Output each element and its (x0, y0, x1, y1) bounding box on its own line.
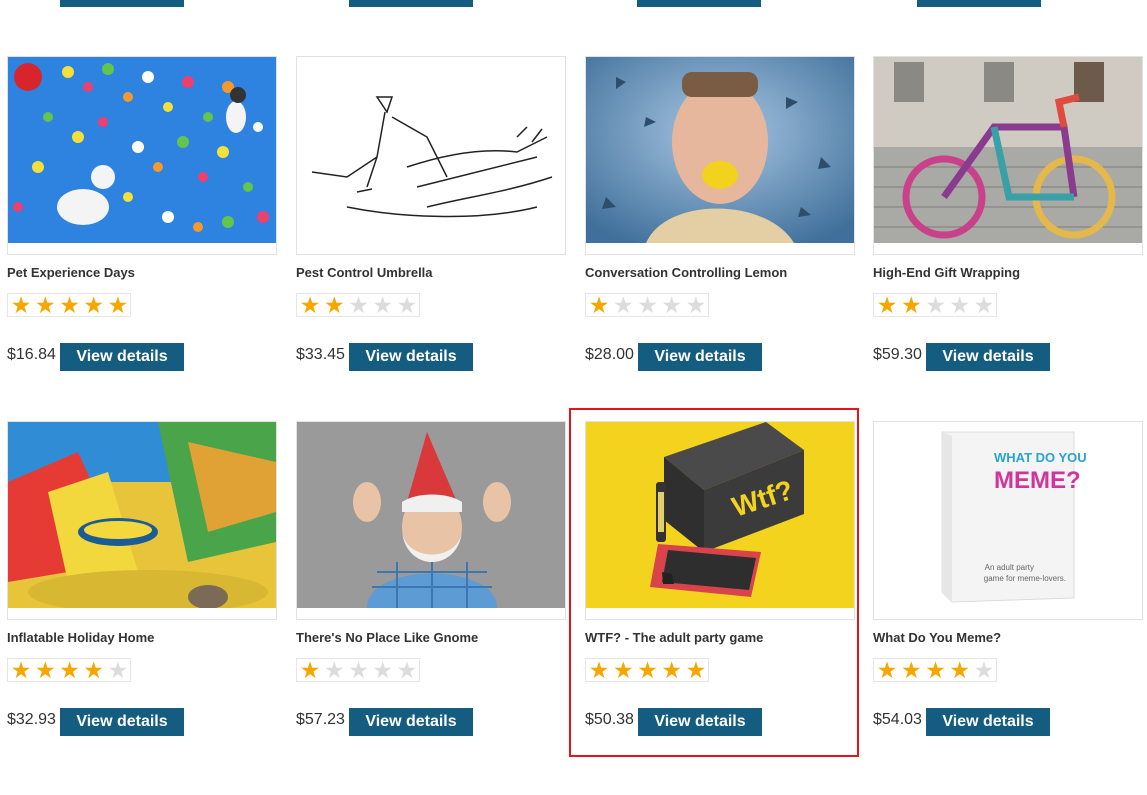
star-icon: ★ (83, 292, 105, 318)
product-price: $28.00 (585, 346, 634, 363)
view-details-button[interactable]: View details (926, 708, 1050, 736)
view-details-button[interactable]: View details (349, 708, 473, 736)
product-name[interactable]: Pet Experience Days (7, 265, 135, 280)
product-price: $50.38 (585, 711, 634, 728)
star-icon: ★ (925, 292, 946, 318)
rating-stars: ★ ★ ★ ★ ★ (7, 293, 131, 317)
star-icon: ★ (83, 657, 105, 683)
product-price: $57.23 (296, 711, 345, 728)
star-icon: ★ (348, 292, 369, 318)
product-price: $32.93 (7, 711, 56, 728)
rating-stars: ★ ★ ★ ★ ★ (585, 293, 709, 317)
product-price: $59.30 (873, 346, 922, 363)
star-icon: ★ (637, 657, 658, 683)
product-name[interactable]: Pest Control Umbrella (296, 265, 433, 280)
product-name[interactable]: WTF? - The adult party game (585, 630, 763, 645)
star-icon: ★ (685, 292, 707, 318)
star-icon: ★ (973, 292, 995, 318)
rating-stars: ★ ★ ★ ★ ★ (585, 658, 709, 682)
star-icon: ★ (661, 657, 683, 683)
star-icon: ★ (323, 292, 345, 318)
star-icon: ★ (396, 657, 418, 683)
star-icon: ★ (973, 657, 995, 683)
box-title-line1: WHAT DO YOU (994, 450, 1087, 465)
star-icon: ★ (900, 657, 922, 683)
view-details-button[interactable]: View details (638, 343, 762, 371)
product-image[interactable] (7, 421, 277, 620)
product-name[interactable]: Inflatable Holiday Home (7, 630, 154, 645)
product-price: $33.45 (296, 346, 345, 363)
star-icon: ★ (612, 292, 634, 318)
star-icon: ★ (396, 292, 418, 318)
product-name[interactable]: There's No Place Like Gnome (296, 630, 478, 645)
product-image[interactable]: Wtf? (585, 421, 855, 620)
view-details-button[interactable]: View details (926, 343, 1050, 371)
view-details-button[interactable]: View details (60, 343, 184, 371)
star-icon: ★ (588, 292, 610, 318)
star-icon: ★ (107, 657, 129, 683)
view-details-button[interactable]: View details (638, 708, 762, 736)
box-tagline-1: An adult party (985, 563, 1034, 572)
star-icon: ★ (372, 292, 394, 318)
rating-stars: ★ ★ ★ ★ ★ (296, 658, 420, 682)
star-icon: ★ (299, 657, 321, 683)
box-tagline-2: game for meme-lovers. (984, 574, 1066, 583)
star-icon: ★ (323, 657, 345, 683)
star-icon: ★ (637, 292, 658, 318)
star-icon: ★ (372, 657, 394, 683)
rating-stars: ★ ★ ★ ★ ★ (296, 293, 420, 317)
star-icon: ★ (949, 657, 971, 683)
star-icon: ★ (900, 292, 922, 318)
star-icon: ★ (10, 292, 32, 318)
star-icon: ★ (876, 657, 898, 683)
view-details-button[interactable]: View details (60, 708, 184, 736)
star-icon: ★ (661, 292, 683, 318)
star-icon: ★ (925, 657, 946, 683)
star-icon: ★ (685, 657, 707, 683)
star-icon: ★ (612, 657, 634, 683)
product-price: $16.84 (7, 346, 56, 363)
star-icon: ★ (59, 292, 80, 318)
product-image[interactable] (7, 56, 277, 255)
product-image[interactable] (873, 56, 1143, 255)
product-image[interactable] (296, 56, 566, 255)
product-grid: Pet Experience Days ★ ★ ★ ★ ★ $16.84 View de… (0, 0, 1147, 795)
product-image[interactable]: WHAT DO YOU MEME? An adult party game fo… (873, 421, 1143, 620)
star-icon: ★ (876, 292, 898, 318)
star-icon: ★ (107, 292, 129, 318)
star-icon: ★ (299, 292, 321, 318)
product-price: $54.03 (873, 711, 922, 728)
star-icon: ★ (588, 657, 610, 683)
product-name[interactable]: What Do You Meme? (873, 630, 1001, 645)
rating-stars: ★ ★ ★ ★ ★ (873, 658, 997, 682)
view-details-button[interactable]: View details (349, 343, 473, 371)
star-icon: ★ (949, 292, 971, 318)
product-image[interactable] (296, 421, 566, 620)
product-name[interactable]: Conversation Controlling Lemon (585, 265, 787, 280)
box-title-line2: MEME? (994, 467, 1081, 494)
product-image[interactable] (585, 56, 855, 255)
rating-stars: ★ ★ ★ ★ ★ (7, 658, 131, 682)
star-icon: ★ (348, 657, 369, 683)
product-name[interactable]: High-End Gift Wrapping (873, 265, 1020, 280)
rating-stars: ★ ★ ★ ★ ★ (873, 293, 997, 317)
star-icon: ★ (34, 657, 56, 683)
star-icon: ★ (59, 657, 80, 683)
star-icon: ★ (10, 657, 32, 683)
star-icon: ★ (34, 292, 56, 318)
